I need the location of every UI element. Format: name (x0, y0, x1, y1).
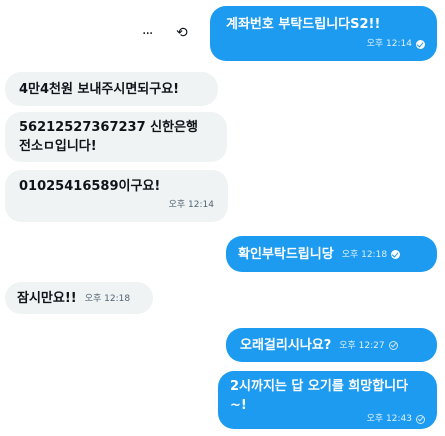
message-text: 56212527367237 신한은행 전소ㅁ입니다! (19, 120, 199, 154)
message-bubble-outgoing[interactable]: 오래걸리시나요? 오후 12:27 (226, 328, 437, 362)
read-receipt-icon (391, 250, 401, 259)
message-text: 오래걸리시나요? (240, 338, 332, 353)
message-timestamp: 오후 12:43 (366, 414, 412, 424)
message-text: 확인부탁드립니당 (238, 247, 334, 262)
message-text: 계좌번호 부탁드립니다S2!! (226, 17, 381, 32)
message-timestamp: 오후 12:18 (84, 293, 131, 304)
message-bubble-incoming[interactable]: 4만4천원 보내주시면되구요! (5, 72, 218, 106)
message-bubble-outgoing[interactable]: 확인부탁드립니당 오후 12:18 (226, 236, 437, 272)
message-bubble-incoming[interactable]: 01025416589이구요! 오후 12:14 (5, 170, 228, 222)
message-bubble-incoming[interactable]: 56212527367237 신한은행 전소ㅁ입니다! (5, 112, 227, 162)
read-receipt-icon (416, 39, 425, 49)
message-text: 2시까지는 답 오기를 희망합니다~! (230, 379, 409, 413)
add-reaction-icon[interactable]: ⟲ (176, 25, 188, 41)
message-bubble-incoming[interactable]: 잠시만요!! 오후 12:18 (5, 282, 153, 314)
sent-status-icon (416, 414, 425, 424)
sent-status-icon (388, 341, 398, 350)
message-timestamp: 오후 12:27 (339, 340, 385, 351)
message-text: 잠시만요!! (17, 291, 77, 306)
message-timestamp: 오후 12:18 (341, 249, 388, 260)
message-timestamp: 오후 12:14 (168, 200, 214, 210)
message-bubble-outgoing[interactable]: 계좌번호 부탁드립니다S2!! 오후 12:14 (210, 6, 437, 61)
more-options-icon[interactable]: ··· (142, 26, 153, 42)
message-timestamp: 오후 12:14 (366, 39, 412, 49)
message-text: 01025416589이구요! (19, 179, 161, 194)
message-text: 4만4천원 보내주시면되구요! (19, 82, 180, 97)
message-bubble-outgoing[interactable]: 2시까지는 답 오기를 희망합니다~! 오후 12:43 (218, 371, 437, 429)
